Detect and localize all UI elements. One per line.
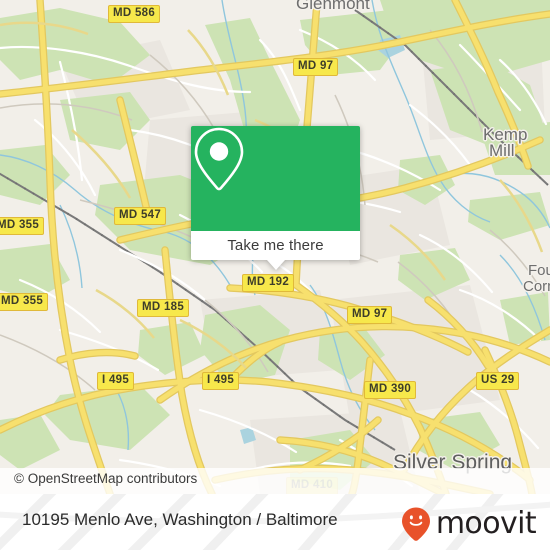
popup-pointer-tail (266, 260, 285, 270)
road-shield-i495-east: I 495 (202, 372, 240, 390)
road-shield-i495-west: I 495 (97, 372, 135, 390)
moovit-pin-smiley-icon (401, 507, 430, 541)
location-popup-card[interactable]: Take me there (191, 126, 360, 270)
road-shield-md355-lower: MD 355 (0, 293, 49, 311)
popup-header (191, 126, 360, 231)
location-pin-icon (194, 127, 244, 191)
road-shield-us29: US 29 (476, 372, 520, 390)
road-shield-md97-south: MD 97 (347, 306, 393, 324)
place-label-four: Fou (528, 262, 550, 279)
road-shield-md355-upper: MD 355 (0, 217, 45, 235)
road-shield-md192: MD 192 (242, 274, 295, 292)
place-label-mill: Mill (489, 141, 515, 160)
address-text: 10195 Menlo Ave, Washington / Baltimore (22, 510, 338, 529)
road-shield-md390: MD 390 (364, 381, 417, 399)
road-shield-md185: MD 185 (137, 299, 190, 317)
place-label-glenmont: Glenmont (296, 0, 370, 13)
moovit-map-screenshot: MD 586 MD 97 MD 355 MD 547 MD 355 MD 185… (0, 0, 550, 550)
osm-attribution[interactable]: © OpenStreetMap contributors (14, 471, 197, 486)
map-canvas[interactable]: MD 586 MD 97 MD 355 MD 547 MD 355 MD 185… (0, 0, 550, 494)
moovit-wordmark: moovit (435, 506, 537, 541)
place-label-corners: Corne (523, 278, 550, 295)
moovit-logo[interactable]: moovit (400, 506, 537, 542)
footer-bar: 10195 Menlo Ave, Washington / Baltimore … (0, 494, 550, 550)
road-shield-md547: MD 547 (114, 207, 167, 225)
road-shield-md97-north: MD 97 (293, 58, 339, 76)
road-shield-md586: MD 586 (108, 5, 161, 23)
take-me-there-button[interactable]: Take me there (191, 231, 360, 260)
